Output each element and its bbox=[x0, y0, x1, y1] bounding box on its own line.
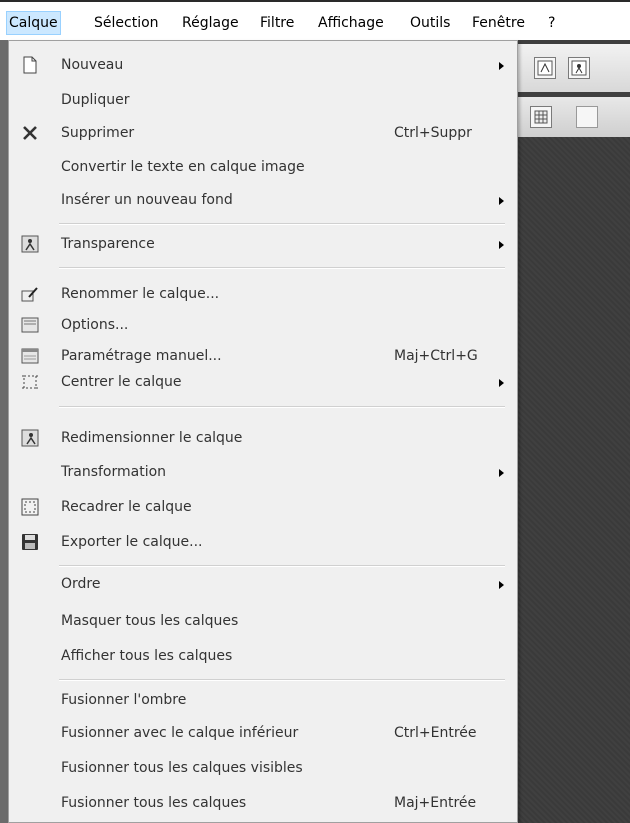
submenu-arrow-icon bbox=[499, 62, 504, 70]
menu-item-redimensionner[interactable]: Redimensionner le calque bbox=[9, 424, 517, 452]
separator bbox=[59, 267, 505, 269]
menu-item-recadrer[interactable]: Recadrer le calque bbox=[9, 493, 517, 521]
toolbar-resize-icon[interactable] bbox=[534, 57, 556, 79]
menu-calque[interactable]: Calque bbox=[6, 11, 61, 35]
options-icon bbox=[21, 316, 39, 334]
toolbar-grid-icon[interactable] bbox=[530, 106, 552, 128]
canvas-area bbox=[518, 137, 630, 823]
delete-x-icon bbox=[21, 124, 39, 142]
menu-item-exporter[interactable]: Exporter le calque... bbox=[9, 528, 517, 556]
submenu-arrow-icon bbox=[499, 241, 504, 249]
toolbar-second bbox=[518, 97, 630, 137]
separator bbox=[59, 406, 505, 408]
submenu-arrow-icon bbox=[499, 197, 504, 205]
menu-item-renommer[interactable]: Renommer le calque... bbox=[9, 280, 517, 308]
submenu-arrow-icon bbox=[499, 379, 504, 387]
menu-item-convertir[interactable]: Convertir le texte en calque image bbox=[9, 153, 517, 181]
rename-icon bbox=[21, 285, 39, 303]
menu-outils[interactable]: Outils bbox=[408, 12, 452, 34]
toolbar-top bbox=[518, 44, 630, 92]
menu-reglage[interactable]: Réglage bbox=[180, 12, 241, 34]
transparency-icon bbox=[21, 235, 39, 253]
menu-help[interactable]: ? bbox=[546, 12, 557, 34]
menu-item-fusionner-tous[interactable]: Fusionner tous les calques Maj+Entrée bbox=[9, 789, 517, 817]
menu-item-dupliquer[interactable]: Dupliquer bbox=[9, 86, 517, 114]
menu-filtre[interactable]: Filtre bbox=[258, 12, 296, 34]
menu-item-centrer[interactable]: Centrer le calque bbox=[9, 368, 517, 396]
separator bbox=[59, 223, 505, 225]
menu-selection[interactable]: Sélection bbox=[92, 12, 161, 34]
submenu-arrow-icon bbox=[499, 469, 504, 477]
toolbar-pattern-icon[interactable] bbox=[576, 106, 598, 128]
manual-settings-icon bbox=[21, 347, 39, 365]
menu-item-parametrage-manuel[interactable]: Paramétrage manuel... Maj+Ctrl+G bbox=[9, 342, 517, 370]
submenu-arrow-icon bbox=[499, 581, 504, 589]
menu-item-transparence[interactable]: Transparence bbox=[9, 230, 517, 258]
crop-icon bbox=[21, 498, 39, 516]
menu-fenetre[interactable]: Fenêtre bbox=[470, 12, 527, 34]
menu-item-afficher[interactable]: Afficher tous les calques bbox=[9, 642, 517, 670]
menu-item-fusionner-inferieur[interactable]: Fusionner avec le calque inférieur Ctrl+… bbox=[9, 719, 517, 747]
calque-menu: Nouveau Dupliquer Supprimer Ctrl+Suppr C… bbox=[8, 40, 518, 823]
save-disk-icon bbox=[21, 533, 39, 551]
menu-item-ordre[interactable]: Ordre bbox=[9, 570, 517, 598]
toolbar-person-icon[interactable] bbox=[568, 57, 590, 79]
menu-item-fusionner-ombre[interactable]: Fusionner l'ombre bbox=[9, 686, 517, 714]
center-layer-icon bbox=[21, 373, 39, 391]
menu-item-inserer-fond[interactable]: Insérer un nouveau fond bbox=[9, 186, 517, 214]
menu-item-fusionner-visibles[interactable]: Fusionner tous les calques visibles bbox=[9, 754, 517, 782]
separator bbox=[59, 679, 505, 681]
resize-icon bbox=[21, 429, 39, 447]
menu-affichage[interactable]: Affichage bbox=[316, 12, 386, 34]
new-document-icon bbox=[21, 56, 39, 74]
menubar: Calque Sélection Réglage Filtre Affichag… bbox=[0, 0, 630, 40]
menu-item-nouveau[interactable]: Nouveau bbox=[9, 51, 517, 79]
separator bbox=[59, 565, 505, 567]
menu-item-options[interactable]: Options... bbox=[9, 311, 517, 339]
menu-item-supprimer[interactable]: Supprimer Ctrl+Suppr bbox=[9, 119, 517, 147]
menu-item-transformation[interactable]: Transformation bbox=[9, 458, 517, 486]
menu-item-masquer[interactable]: Masquer tous les calques bbox=[9, 607, 517, 635]
